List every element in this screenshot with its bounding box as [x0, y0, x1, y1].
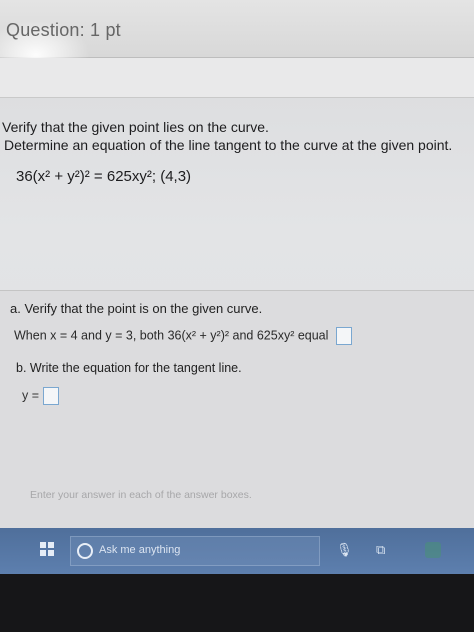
answer-section: a. Verify that the point is on the given… — [0, 290, 474, 545]
part-a-statement: When x = 4 and y = 3, both 36(x² + y²)² … — [14, 328, 329, 343]
curve-equation: 36(x² + y²)² = 625xy²; (4,3) — [16, 168, 191, 185]
part-b-heading: b. Write the equation for the tangent li… — [16, 361, 242, 375]
question-label: Question: 1 pt — [6, 20, 121, 40]
microphone-icon[interactable]: 🎙 — [336, 542, 353, 558]
browser-viewport: Question: 1 pt Verify that the given poi… — [0, 0, 474, 580]
windows-icon[interactable] — [40, 542, 54, 556]
part-a-row: When x = 4 and y = 3, both 36(x² + y²)² … — [14, 327, 352, 345]
instruction-line-1: Verify that the given point lies on the … — [2, 119, 269, 135]
cortana-circle-icon — [77, 543, 93, 559]
monitor-bezel — [0, 574, 474, 632]
cortana-search-box[interactable]: Ask me anything — [70, 536, 320, 566]
equation-text: 36(x² + y²)² = 625xy²; (4,3) — [16, 168, 192, 185]
search-placeholder: Ask me anything — [99, 544, 181, 556]
part-b-row: y = — [22, 387, 60, 405]
y-equals-label: y = — [22, 388, 40, 403]
header-band — [0, 58, 474, 98]
tangent-line-answer-box[interactable] — [43, 387, 60, 405]
part-a-heading: a. Verify that the point is on the given… — [10, 301, 263, 316]
instruction-line-2: Determine an equation of the line tangen… — [4, 137, 453, 153]
windows-taskbar: Ask me anything 🎙 ⧉ — [0, 528, 474, 574]
tray-app-icon[interactable] — [425, 542, 441, 558]
answer-hint: Enter your answer in each of the answer … — [30, 489, 252, 501]
task-view-icon[interactable]: ⧉ — [376, 542, 385, 558]
part-a-answer-box[interactable] — [335, 327, 352, 345]
question-header: Question: 1 pt — [0, 0, 474, 90]
